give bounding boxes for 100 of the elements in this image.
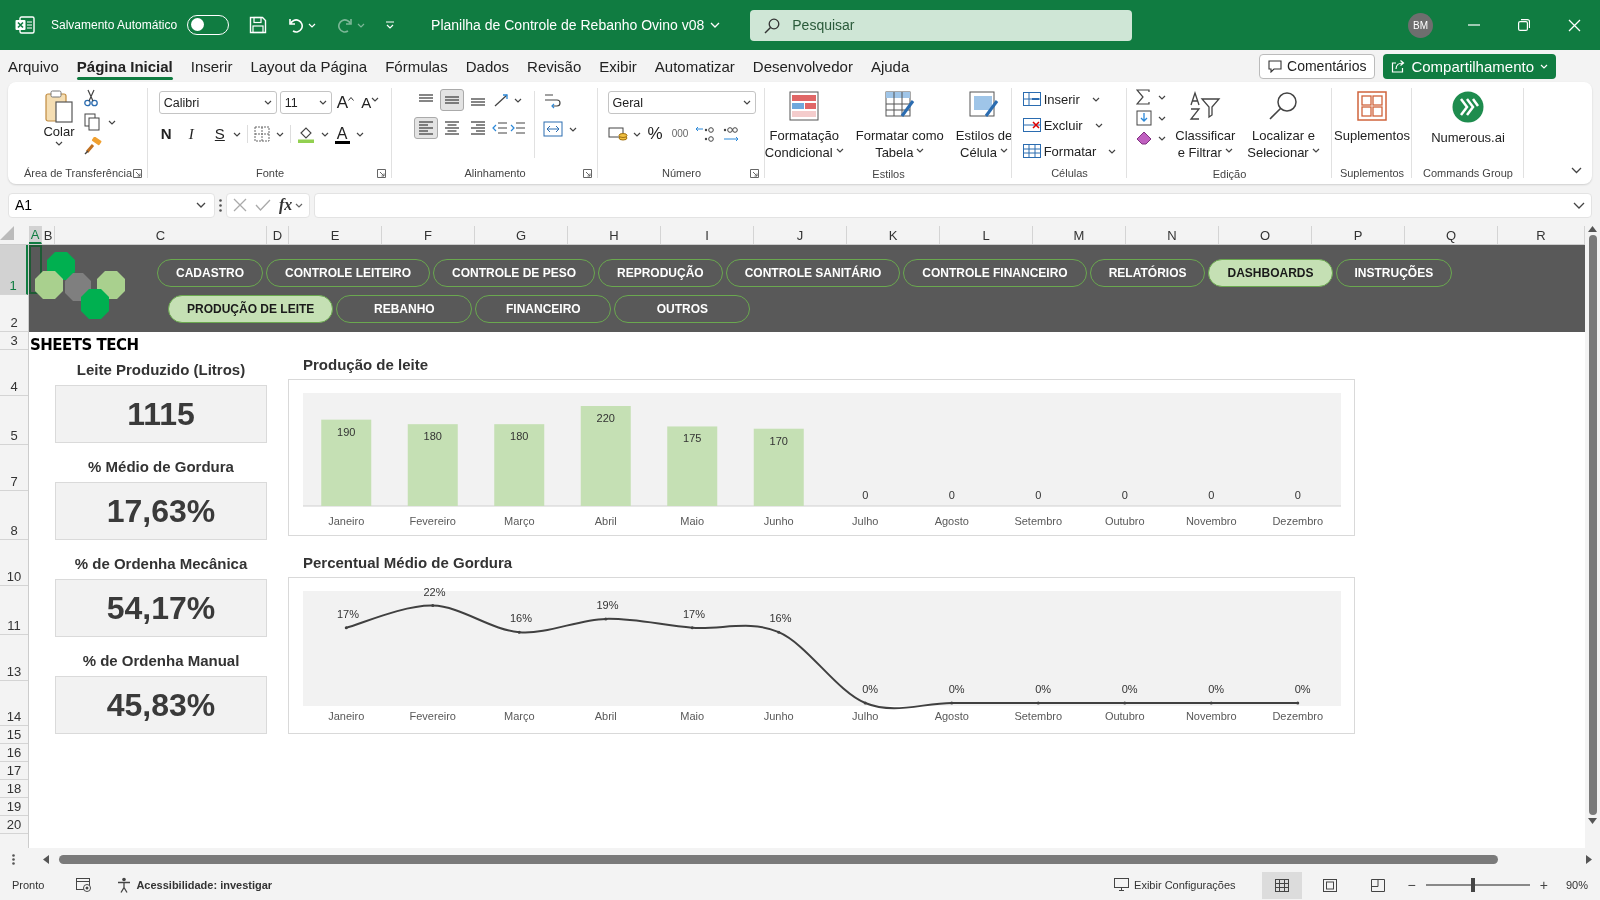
formula-input[interactable]	[314, 192, 1592, 218]
menu-tab[interactable]: Automatizar	[646, 53, 743, 79]
align-center-icon[interactable]	[443, 121, 460, 135]
column-header[interactable]: E	[289, 226, 382, 244]
striped-circle-icon[interactable]	[1452, 91, 1484, 123]
scissors-icon[interactable]	[83, 89, 98, 107]
document-title[interactable]: Planilha de Controle de Rebanho Ovino v08	[425, 16, 727, 34]
add-in-button[interactable]: Numerous.ai	[1428, 87, 1508, 148]
save-icon[interactable]	[249, 16, 268, 34]
row-header[interactable]: 18	[0, 780, 28, 798]
row-header[interactable]: 10	[0, 540, 28, 586]
nav-button[interactable]: PRODUÇÃO DE LEITE	[168, 295, 334, 323]
column-header[interactable]: L	[940, 226, 1033, 244]
zoom-in-button[interactable]: +	[1537, 877, 1550, 893]
insert-cells-icon[interactable]	[1022, 92, 1041, 106]
clipboard-icon[interactable]	[44, 89, 74, 123]
undo-icon[interactable]	[287, 17, 306, 33]
format-cells-icon[interactable]	[1022, 144, 1041, 158]
zoom-level[interactable]: 90%	[1565, 879, 1588, 891]
fill-color-icon[interactable]	[296, 125, 315, 143]
caret-icon[interactable]	[355, 131, 364, 137]
comments-button[interactable]: Comentários	[1259, 53, 1376, 79]
caret-icon[interactable]	[107, 119, 116, 125]
column-header[interactable]: J	[754, 226, 847, 244]
caret-icon[interactable]	[295, 202, 304, 208]
restore-icon[interactable]	[1518, 19, 1530, 31]
insert-function-button[interactable]: fx	[279, 196, 304, 214]
row-header[interactable]: 3	[0, 332, 28, 350]
scroll-up-icon[interactable]	[1588, 226, 1597, 232]
styles-button[interactable]: Estilos de Célula	[952, 87, 1016, 163]
scroll-right-icon[interactable]	[1586, 854, 1592, 864]
caret-icon[interactable]	[1158, 94, 1167, 100]
nav-button[interactable]: INSTRUÇÕES	[1335, 259, 1453, 287]
caret-icon[interactable]	[320, 131, 329, 137]
decrease-indent-icon[interactable]	[491, 121, 508, 135]
caret-icon[interactable]	[513, 97, 522, 103]
column-header[interactable]: K	[847, 226, 940, 244]
column-header[interactable]: F	[382, 226, 475, 244]
normal-view-icon[interactable]	[1274, 878, 1289, 892]
increase-indent-icon[interactable]	[509, 121, 526, 135]
column-header[interactable]: H	[568, 226, 661, 244]
copy-icon[interactable]	[83, 113, 100, 131]
increase-decimal-icon[interactable]	[695, 125, 716, 143]
more-options-icon[interactable]	[219, 198, 222, 212]
font-color-button[interactable]: A	[334, 124, 350, 144]
column-header[interactable]: Q	[1405, 226, 1498, 244]
page-layout-icon[interactable]	[1322, 878, 1337, 892]
add-ins-grid-icon[interactable]	[1357, 91, 1387, 121]
menu-tab[interactable]: Fórmulas	[377, 53, 456, 79]
editing-button[interactable]: Localizar e Selecionar	[1244, 87, 1323, 163]
styles-button[interactable]: Formatar como Tabela	[852, 87, 947, 163]
nav-button[interactable]: CONTROLE DE PESO	[433, 259, 595, 287]
sum-icon[interactable]	[1136, 89, 1151, 105]
expand-icon[interactable]	[1573, 201, 1585, 209]
caret-icon[interactable]	[196, 202, 206, 208]
caret-icon[interactable]	[1311, 147, 1320, 153]
row-header[interactable]: 13	[0, 635, 28, 681]
caret-icon[interactable]	[371, 96, 380, 102]
nav-button[interactable]: FINANCEIRO	[475, 295, 612, 323]
scroll-down-icon[interactable]	[1588, 818, 1597, 824]
font-name-field[interactable]: Calibri	[158, 91, 277, 114]
customize-toolbar-icon[interactable]	[385, 21, 396, 29]
borders-icon[interactable]	[253, 126, 270, 142]
column-header[interactable]: P	[1312, 226, 1405, 244]
comment-icon[interactable]	[1268, 59, 1283, 73]
row-header[interactable]: 5	[0, 396, 28, 445]
search-icon[interactable]	[1267, 91, 1300, 121]
dialog-launcher-icon[interactable]	[377, 169, 386, 178]
share-icon[interactable]	[1391, 59, 1406, 73]
column-header[interactable]: G	[475, 226, 568, 244]
column-header[interactable]: O	[1219, 226, 1312, 244]
menu-tab[interactable]: Arquivo	[0, 53, 67, 79]
caret-icon[interactable]	[1224, 147, 1233, 153]
nav-button[interactable]: CONTROLE FINANCEIRO	[903, 259, 1087, 287]
row-header[interactable]: 14	[0, 681, 28, 726]
nav-button[interactable]: CONTROLE LEITEIRO	[266, 259, 430, 287]
accessibility-icon[interactable]	[116, 877, 133, 893]
scroll-left-icon[interactable]	[43, 854, 49, 864]
caret-icon[interactable]	[835, 147, 844, 153]
eraser-icon[interactable]	[1136, 131, 1153, 145]
menu-tab[interactable]: Dados	[457, 53, 518, 79]
bold-button[interactable]: N	[158, 123, 181, 145]
thousands-button[interactable]: 000	[669, 123, 691, 145]
caret-icon[interactable]	[916, 147, 925, 153]
increase-font-button[interactable]: A	[334, 91, 357, 114]
menu-tab[interactable]: Ajuda	[862, 53, 918, 79]
dialog-launcher-icon[interactable]	[583, 169, 592, 178]
caret-icon[interactable]	[263, 100, 272, 105]
collapse-ribbon-icon[interactable]	[1571, 167, 1582, 174]
nav-button[interactable]: DASHBOARDS	[1208, 259, 1333, 287]
caret-icon[interactable]	[232, 131, 241, 137]
menu-tab[interactable]: Revisão	[519, 53, 590, 79]
caret-icon[interactable]	[55, 141, 63, 146]
nav-button[interactable]: OUTROS	[614, 295, 751, 323]
accessibility-button[interactable]: Acessibilidade: investigar	[114, 877, 275, 893]
nav-button[interactable]: RELATÓRIOS	[1089, 259, 1206, 287]
more-sheets-icon[interactable]	[12, 853, 15, 865]
page-break-icon[interactable]	[1370, 878, 1385, 892]
row-header[interactable]: 8	[0, 491, 28, 540]
row-header[interactable]: 19	[0, 798, 28, 816]
